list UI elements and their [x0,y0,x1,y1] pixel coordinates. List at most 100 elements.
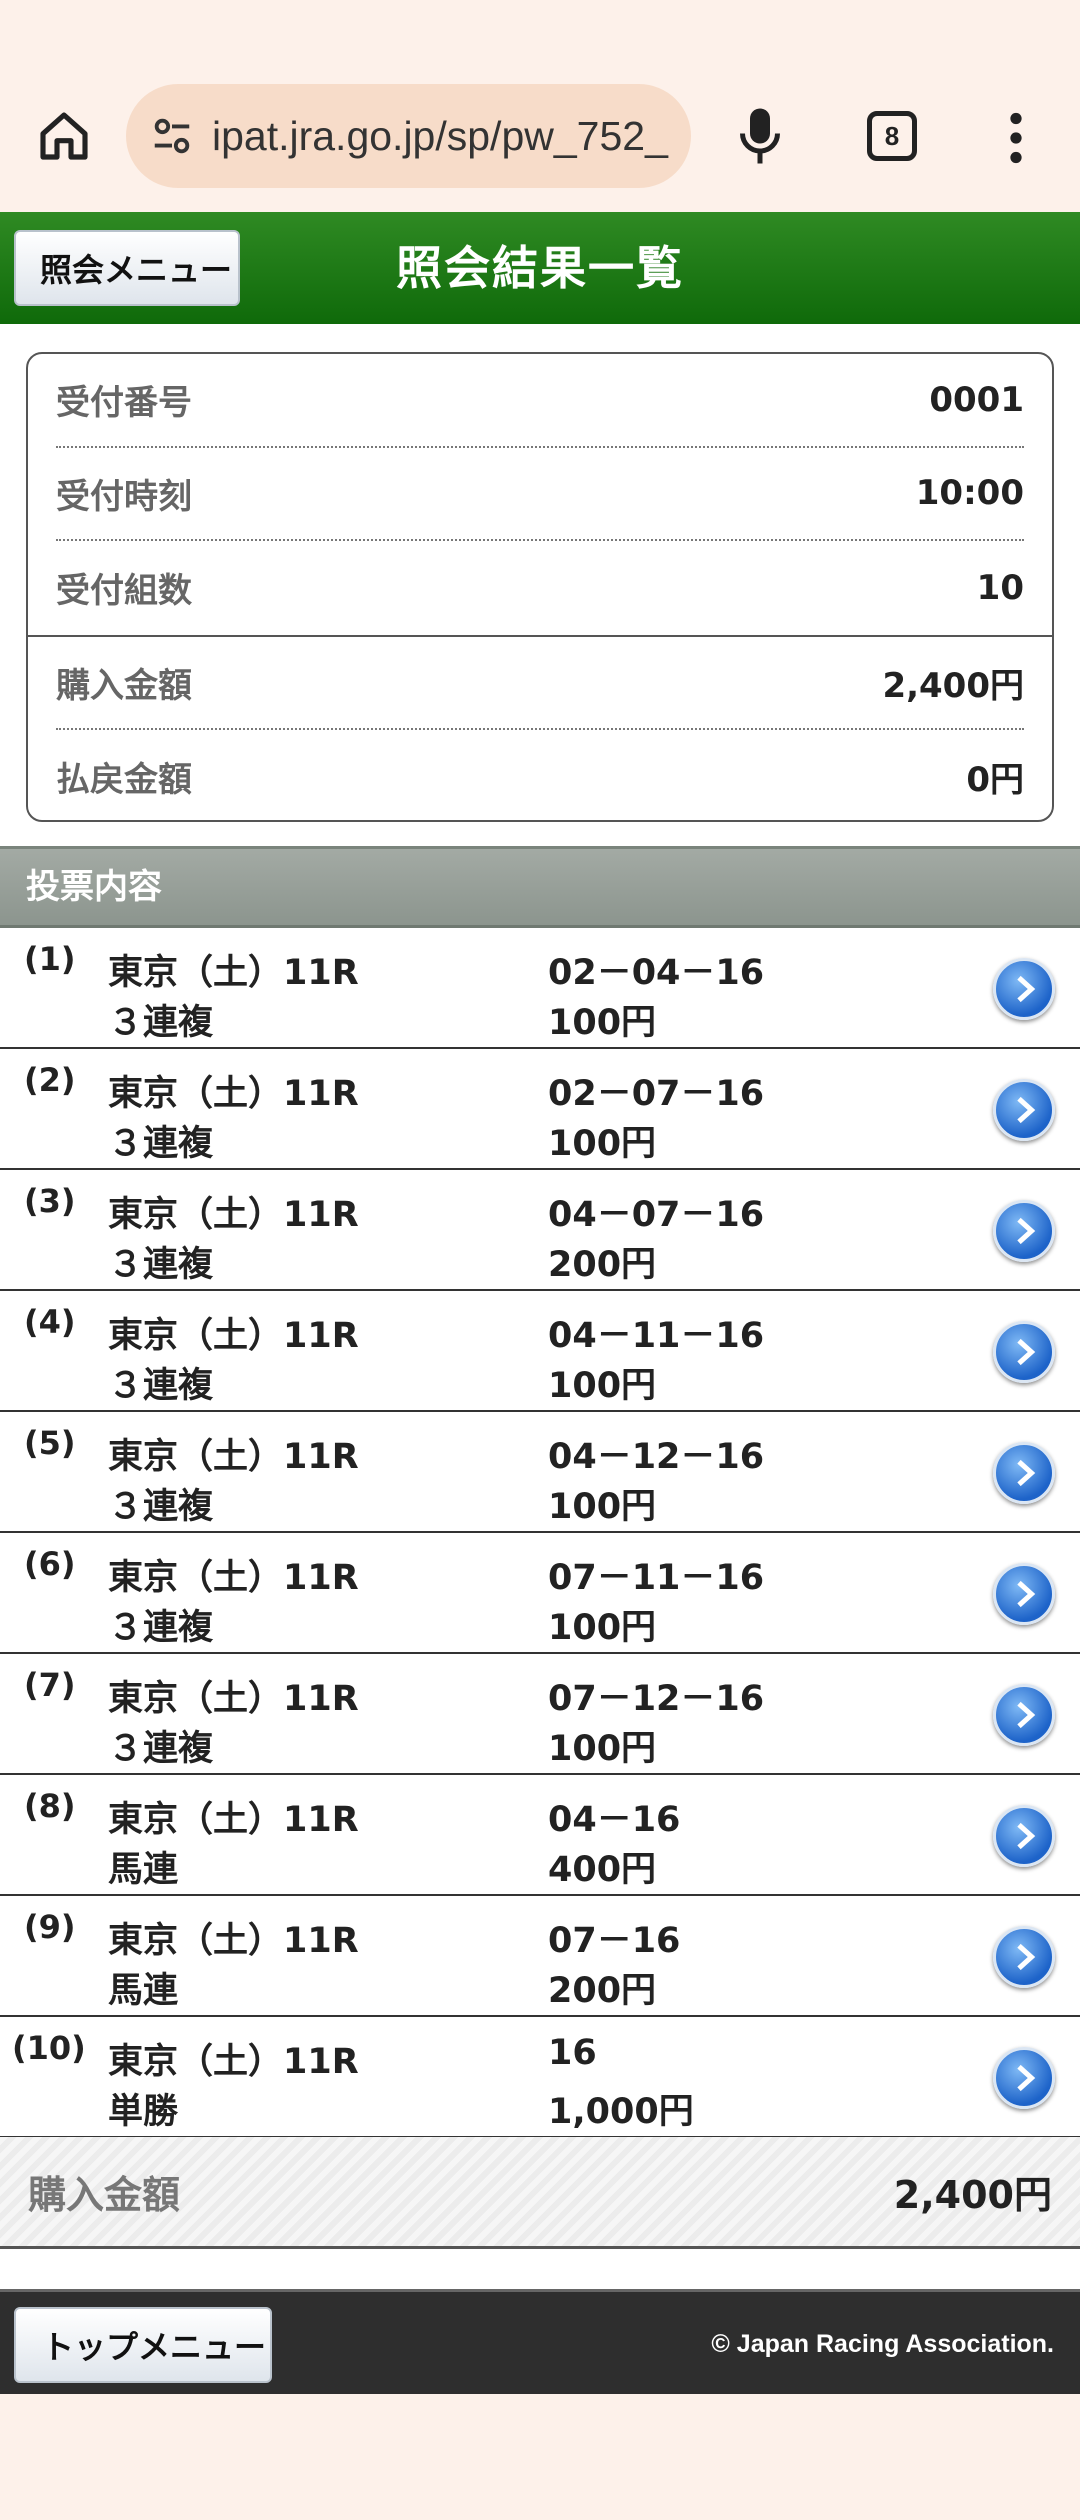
bet-number: (1) [24,940,76,978]
bet-race: 東京（土）11R [108,1800,359,1840]
browser-toolbar: ipat.jra.go.jp/sp/pw_752_ 8 [0,0,1080,212]
chevron-right-icon[interactable] [993,1442,1055,1504]
bet-combination: 04－12－16 [548,1437,765,1477]
bet-row[interactable]: (9) 東京（土）11R 馬連 07－16 200円 [0,1896,1080,2017]
bet-combination: 16 [548,2033,597,2073]
bet-amount: 100円 [548,1729,657,1769]
inquiry-menu-button[interactable]: 照会メニュー [14,230,240,306]
bet-amount: 200円 [548,1245,657,1285]
bet-number: (6) [24,1545,76,1583]
copyright-text: © Japan Racing Association. [711,2330,1054,2358]
bet-number: (10) [12,2029,86,2067]
bet-number: (9) [24,1908,76,1946]
more-icon[interactable] [995,108,1037,168]
chevron-right-icon[interactable] [993,2047,1055,2109]
bet-combination: 04－11－16 [548,1316,765,1356]
receipt-number-row: 受付番号 0001 [56,354,1024,448]
bet-number: (7) [24,1666,76,1704]
receipt-sets-value: 10 [976,567,1024,608]
bet-type: 馬連 [108,1850,179,1890]
url-text: ipat.jra.go.jp/sp/pw_752_ [212,112,668,159]
bet-type: ３連複 [108,1487,214,1527]
bet-amount: 1,000円 [548,2092,694,2132]
main-content: 受付番号 0001 受付時刻 10:00 受付組数 10 購入金額 2,400円… [0,324,1080,2289]
bet-row[interactable]: (8) 東京（土）11R 馬連 04－16 400円 [0,1775,1080,1896]
chevron-right-icon[interactable] [993,1321,1055,1383]
bet-amount: 100円 [548,1003,657,1043]
bet-type: ３連複 [108,1366,214,1406]
bet-race: 東京（土）11R [108,1679,359,1719]
total-amount-label: 購入金額 [28,2173,181,2217]
bet-combination: 04－07－16 [548,1195,765,1235]
bet-amount: 100円 [548,1366,657,1406]
bet-type: ３連複 [108,1124,214,1164]
bet-number: (5) [24,1424,76,1462]
receipt-time-label: 受付時刻 [56,476,192,517]
bet-race: 東京（土）11R [108,1195,359,1235]
bet-combination: 07－16 [548,1921,681,1961]
bet-race: 東京（土）11R [108,1558,359,1598]
bet-combination: 04－16 [548,1800,681,1840]
receipt-time-value: 10:00 [915,473,1024,514]
receipt-time-row: 受付時刻 10:00 [56,448,1024,541]
section-header: 投票内容 [0,846,1080,928]
bet-combination: 07－11－16 [548,1558,765,1598]
bet-number: (3) [24,1182,76,1220]
bet-combination: 02－04－16 [548,953,765,993]
bet-race: 東京（土）11R [108,1316,359,1356]
refund-amount-label: 払戻金額 [56,760,192,801]
tabs-icon[interactable]: 8 [867,111,917,161]
bet-amount: 200円 [548,1971,657,2011]
total-amount-value: 2,400円 [893,2173,1052,2217]
bet-row[interactable]: (10) 東京（土）11R 単勝 16 1,000円 [0,2017,1080,2138]
total-amount-bar: 購入金額 2,400円 [0,2137,1080,2249]
bet-amount: 100円 [548,1487,657,1527]
bet-row[interactable]: (4) 東京（土）11R ３連複 04－11－16 100円 [0,1291,1080,1412]
purchase-amount-row: 購入金額 2,400円 [56,637,1024,730]
chevron-right-icon[interactable] [993,1805,1055,1867]
bet-row[interactable]: (6) 東京（土）11R ３連複 07－11－16 100円 [0,1533,1080,1654]
bet-row[interactable]: (5) 東京（土）11R ３連複 04－12－16 100円 [0,1412,1080,1533]
top-menu-button[interactable]: トップメニュー [14,2307,272,2383]
chevron-right-icon[interactable] [993,1563,1055,1625]
page-header: 照会結果一覧 照会メニュー [0,212,1080,324]
chevron-right-icon[interactable] [993,1684,1055,1746]
bet-type: 馬連 [108,1971,179,2011]
address-bar[interactable]: ipat.jra.go.jp/sp/pw_752_ [126,84,691,188]
receipt-number-label: 受付番号 [56,383,192,424]
page-footer: トップメニュー © Japan Racing Association. [0,2289,1080,2394]
bet-number: (8) [24,1787,76,1825]
inquiry-menu-label: 照会メニュー [40,251,233,289]
bet-row[interactable]: (3) 東京（土）11R ３連複 04－07－16 200円 [0,1170,1080,1291]
bet-list: (1) 東京（土）11R ３連複 02－04－16 100円 (2) 東京（土）… [0,928,1080,2138]
bet-type: ３連複 [108,1003,214,1043]
tune-icon[interactable] [146,110,198,162]
bet-type: ３連複 [108,1608,214,1648]
bet-type: 単勝 [108,2092,179,2132]
chevron-right-icon[interactable] [993,958,1055,1020]
bet-type: ３連複 [108,1729,214,1769]
bet-combination: 07－12－16 [548,1679,765,1719]
receipt-number-value: 0001 [929,379,1024,420]
bet-amount: 100円 [548,1124,657,1164]
receipt-info-box: 受付番号 0001 受付時刻 10:00 受付組数 10 購入金額 2,400円… [26,352,1054,822]
bet-type: ３連複 [108,1245,214,1285]
bet-race: 東京（土）11R [108,1921,359,1961]
bet-number: (2) [24,1061,76,1099]
refund-amount-value: 0円 [966,760,1024,801]
bet-race: 東京（土）11R [108,1074,359,1114]
bet-row[interactable]: (7) 東京（土）11R ３連複 07－12－16 100円 [0,1654,1080,1775]
bet-race: 東京（土）11R [108,953,359,993]
purchase-amount-value: 2,400円 [882,665,1024,706]
bet-amount: 400円 [548,1850,657,1890]
mic-icon[interactable] [728,104,792,168]
bet-combination: 02－07－16 [548,1074,765,1114]
home-icon[interactable] [30,102,98,170]
bet-row[interactable]: (2) 東京（土）11R ３連複 02－07－16 100円 [0,1049,1080,1170]
chevron-right-icon[interactable] [993,1926,1055,1988]
chevron-right-icon[interactable] [993,1200,1055,1262]
chevron-right-icon[interactable] [993,1079,1055,1141]
bet-row[interactable]: (1) 東京（土）11R ３連複 02－04－16 100円 [0,928,1080,1049]
refund-amount-row: 払戻金額 0円 [56,730,1024,820]
bet-race: 東京（土）11R [108,1437,359,1477]
